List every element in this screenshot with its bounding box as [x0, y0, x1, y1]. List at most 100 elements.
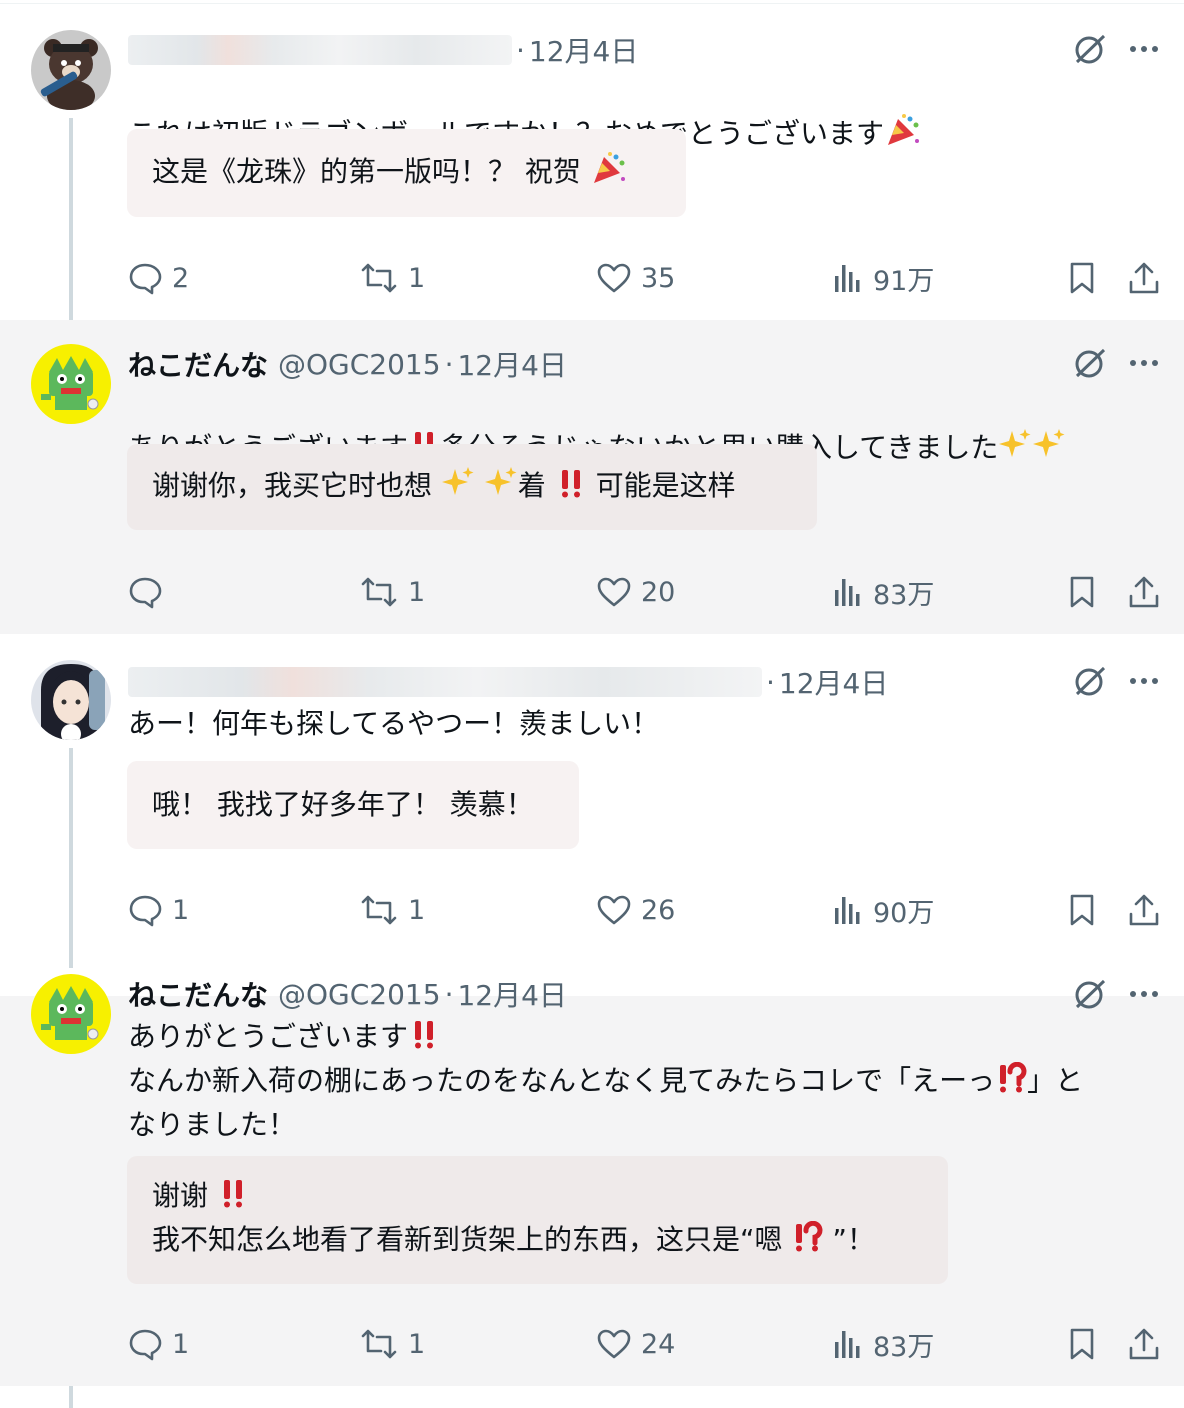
- exclamation-question-icon: [791, 1220, 823, 1264]
- share-icon[interactable]: [1122, 567, 1166, 617]
- translation-box: 哦！ 我找了好多年了！ 羡慕！: [127, 761, 579, 849]
- double-exclamation-icon: [408, 1018, 440, 1061]
- views-icon: [835, 265, 860, 292]
- heart-icon: [597, 577, 631, 607]
- divider: [0, 3, 1184, 4]
- separator-dot: ·: [766, 665, 775, 699]
- reply-icon: [129, 263, 162, 295]
- avatar[interactable]: [31, 974, 111, 1054]
- view-count: 83万: [873, 1331, 935, 1363]
- avatar[interactable]: [31, 660, 111, 740]
- more-icon[interactable]: [1122, 341, 1166, 385]
- bookmark-icon[interactable]: [1060, 885, 1104, 935]
- blurred-author: [128, 35, 512, 65]
- blurred-author: [128, 667, 762, 697]
- reply-count: 1: [172, 894, 190, 926]
- tweet[interactable]: ねこだんな @OGC2015 · 12月4日 ありがとうございます なんか新入荷…: [0, 974, 1184, 1386]
- views-button[interactable]: 83万: [833, 1319, 934, 1369]
- retweet-icon: [361, 577, 397, 607]
- party-popper-icon: [590, 151, 626, 196]
- like-count: 24: [641, 1328, 676, 1360]
- share-icon[interactable]: [1122, 885, 1166, 935]
- views-icon: [835, 897, 860, 924]
- view-count: 90万: [873, 897, 935, 929]
- party-popper-icon: [884, 113, 920, 158]
- tweet[interactable]: · 12月4日 これは初版ドラゴンボールですか！？おめでとうございます 这是《龙…: [0, 0, 1184, 318]
- grok-icon[interactable]: [1068, 27, 1112, 71]
- grok-icon[interactable]: [1068, 972, 1112, 1016]
- tweet-date[interactable]: 12月4日: [457, 974, 566, 1014]
- author-name[interactable]: ねこだんな: [128, 344, 268, 384]
- sparkles-icon: [484, 465, 518, 510]
- like-button[interactable]: 20: [597, 567, 675, 617]
- views-button[interactable]: 83万: [833, 567, 934, 617]
- tweet-date[interactable]: 12月4日: [457, 344, 566, 384]
- view-count: 91万: [873, 265, 935, 297]
- retweet-icon: [361, 1329, 397, 1359]
- avatar[interactable]: [31, 30, 111, 110]
- double-exclamation-icon: [217, 1177, 249, 1220]
- retweet-count: 1: [408, 1328, 426, 1360]
- tweet-date[interactable]: 12月4日: [529, 30, 638, 70]
- heart-icon: [597, 1329, 631, 1359]
- avatar[interactable]: [31, 344, 111, 424]
- tweet-header: · 12月4日: [128, 30, 638, 70]
- reply-count: 1: [172, 1328, 190, 1360]
- retweet-count: 1: [408, 262, 426, 294]
- tweet[interactable]: · 12月4日 あー！何年も探してるやつー！羨ましい！ 哦！ 我找了好多年了！ …: [0, 636, 1184, 994]
- reply-button[interactable]: 2: [128, 253, 189, 303]
- more-icon[interactable]: [1122, 972, 1166, 1016]
- share-icon[interactable]: [1122, 1319, 1166, 1369]
- retweet-button[interactable]: 1: [360, 1319, 425, 1369]
- sparkles-icon: [441, 465, 475, 510]
- author-handle[interactable]: @OGC2015: [278, 348, 441, 381]
- tweet[interactable]: ねこだんな @OGC2015 · 12月4日 ありがとうございます多分そうじゃな…: [0, 320, 1184, 634]
- views-icon: [835, 579, 860, 606]
- more-icon[interactable]: [1122, 27, 1166, 71]
- retweet-count: 1: [408, 576, 426, 608]
- retweet-count: 1: [408, 894, 426, 926]
- views-button[interactable]: 91万: [833, 253, 934, 303]
- like-button[interactable]: 24: [597, 1319, 675, 1369]
- bookmark-icon[interactable]: [1060, 567, 1104, 617]
- tweet-date[interactable]: 12月4日: [779, 662, 888, 702]
- retweet-icon: [361, 263, 397, 293]
- views-icon: [835, 1331, 860, 1358]
- reply-button[interactable]: 1: [128, 1319, 189, 1369]
- grok-icon[interactable]: [1068, 341, 1112, 385]
- heart-icon: [597, 895, 631, 925]
- like-button[interactable]: 26: [597, 885, 675, 935]
- tweet-text: あー！何年も探してるやつー！羨ましい！: [128, 707, 660, 740]
- action-bar: 2 1 35 91万: [0, 253, 1184, 303]
- tweet-header: ねこだんな @OGC2015 · 12月4日: [128, 344, 567, 384]
- reply-icon: [129, 577, 162, 609]
- share-icon[interactable]: [1122, 253, 1166, 303]
- sparkles-icon: [998, 427, 1032, 472]
- translation-box: 谢谢你，我买它时也想 着 可能是这样: [127, 444, 817, 530]
- reply-button[interactable]: 1: [128, 885, 189, 935]
- bookmark-icon[interactable]: [1060, 253, 1104, 303]
- sparkles-icon: [1032, 427, 1066, 472]
- retweet-icon: [361, 895, 397, 925]
- grok-icon[interactable]: [1068, 659, 1112, 703]
- like-button[interactable]: 35: [597, 253, 675, 303]
- retweet-button[interactable]: 1: [360, 567, 425, 617]
- like-count: 26: [641, 894, 676, 926]
- separator-dot: ·: [516, 33, 525, 67]
- heart-icon: [597, 263, 631, 293]
- separator-dot: ·: [444, 977, 454, 1011]
- view-count: 83万: [873, 579, 935, 611]
- author-handle[interactable]: @OGC2015: [278, 978, 441, 1011]
- bookmark-icon[interactable]: [1060, 1319, 1104, 1369]
- tweet-text: ありがとうございます なんか新入荷の棚にあったのをなんとなく見てみたらコレで「え…: [128, 1018, 1084, 1141]
- like-count: 20: [641, 576, 676, 608]
- action-bar: 1 1 24 83万: [0, 1319, 1184, 1369]
- views-button[interactable]: 90万: [833, 885, 934, 935]
- more-icon[interactable]: [1122, 659, 1166, 703]
- reply-button[interactable]: [128, 567, 172, 617]
- reply-icon: [129, 1329, 162, 1361]
- action-bar: 1 1 26 90万: [0, 885, 1184, 935]
- retweet-button[interactable]: 1: [360, 885, 425, 935]
- retweet-button[interactable]: 1: [360, 253, 425, 303]
- author-name[interactable]: ねこだんな: [128, 974, 268, 1014]
